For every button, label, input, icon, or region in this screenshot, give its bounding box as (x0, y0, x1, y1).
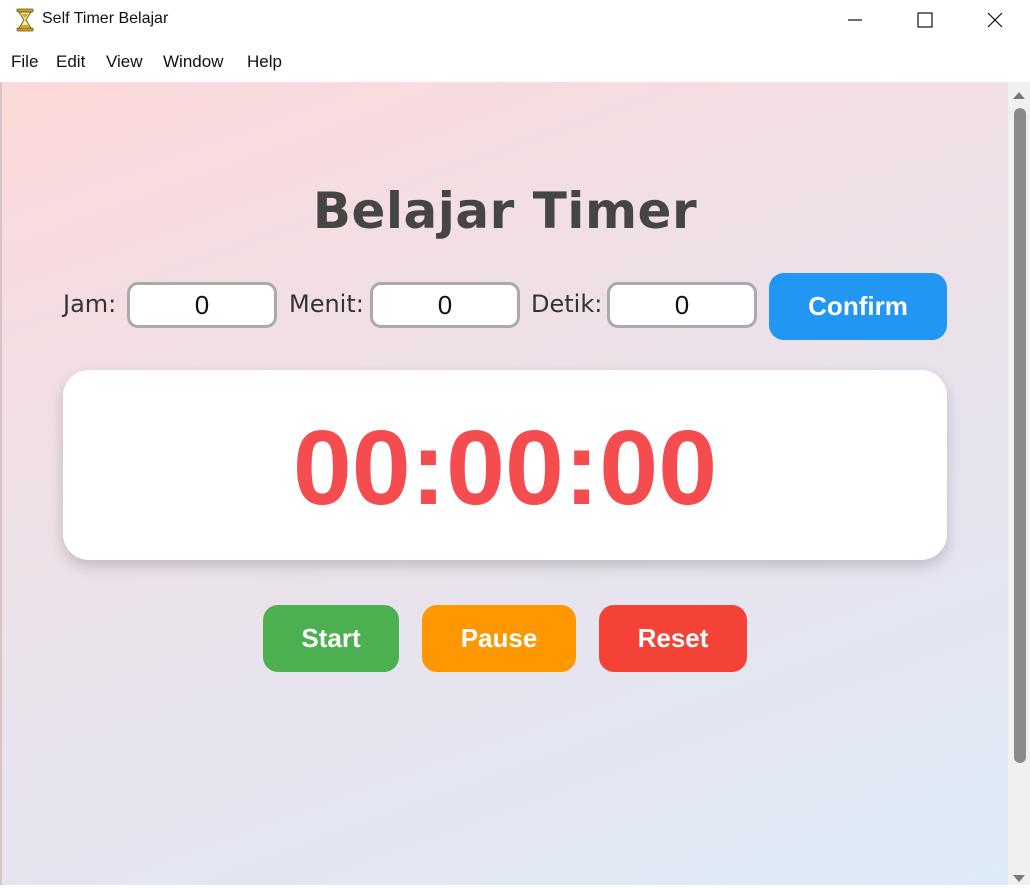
menu-edit[interactable]: Edit (56, 52, 85, 72)
reset-button[interactable]: Reset (599, 605, 747, 672)
title-bar: Self Timer Belajar (0, 0, 1030, 40)
vertical-scrollbar[interactable] (1008, 82, 1030, 885)
hours-input[interactable] (127, 282, 277, 328)
scrollbar-thumb[interactable] (1014, 108, 1026, 763)
main-content: Belajar Timer Jam: Menit: Detik: Confirm… (2, 82, 1008, 885)
minutes-input[interactable] (370, 282, 520, 328)
maximize-icon (917, 12, 933, 28)
menu-window[interactable]: Window (163, 52, 223, 72)
window-title: Self Timer Belajar (42, 10, 169, 27)
timer-display: 00:00:00 (292, 409, 718, 527)
scroll-up-icon[interactable] (1012, 86, 1026, 105)
confirm-button[interactable]: Confirm (769, 273, 947, 340)
menu-bar: File Edit View Window Help (0, 40, 1030, 82)
page-title: Belajar Timer (312, 182, 698, 240)
seconds-label: Detik: (531, 290, 603, 318)
menu-view[interactable]: View (106, 52, 143, 72)
seconds-input[interactable] (607, 282, 757, 328)
minutes-label: Menit: (289, 290, 364, 318)
timer-display-card: 00:00:00 (63, 370, 947, 560)
scroll-down-icon[interactable] (1012, 870, 1026, 889)
menu-help[interactable]: Help (247, 52, 282, 72)
menu-file[interactable]: File (11, 52, 38, 72)
minimize-icon (848, 19, 862, 21)
pause-button[interactable]: Pause (422, 605, 576, 672)
hours-label: Jam: (63, 290, 117, 318)
close-button[interactable] (960, 0, 1030, 40)
maximize-button[interactable] (890, 0, 960, 40)
start-button[interactable]: Start (263, 605, 399, 672)
close-icon (987, 12, 1003, 28)
minimize-button[interactable] (820, 0, 890, 40)
hourglass-icon (14, 8, 36, 32)
